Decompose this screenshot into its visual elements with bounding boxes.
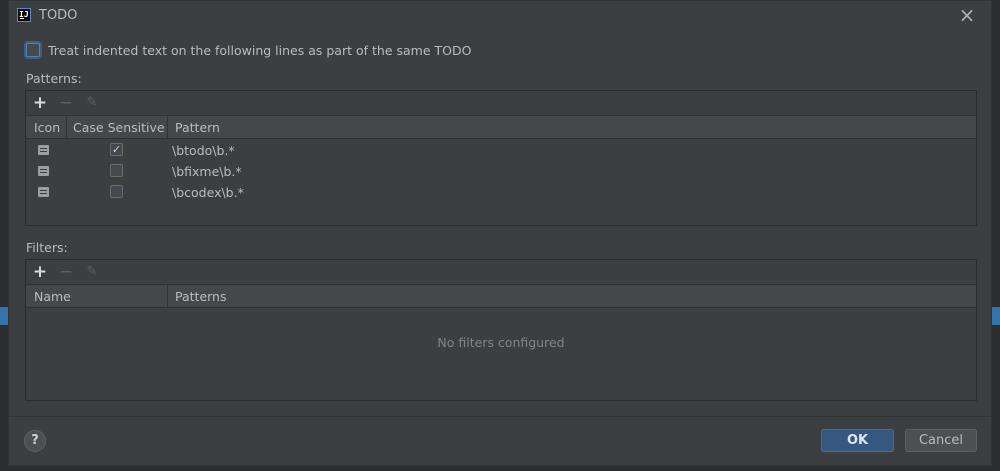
remove-pattern-button[interactable]: −: [56, 93, 76, 113]
filters-table-header: Name Patterns: [26, 284, 976, 308]
column-header-patterns[interactable]: Patterns: [175, 289, 226, 304]
footer-divider: [9, 416, 991, 417]
edit-filter-icon[interactable]: ✎: [82, 262, 102, 282]
column-divider[interactable]: [66, 116, 67, 138]
todo-icon: [38, 166, 49, 176]
column-header-case-sensitive[interactable]: Case Sensitive: [73, 120, 165, 135]
patterns-table-header: Icon Case Sensitive Pattern: [26, 115, 976, 139]
column-divider[interactable]: [167, 285, 168, 307]
case-sensitive-checkbox[interactable]: [110, 164, 123, 177]
edit-pattern-icon[interactable]: ✎: [82, 93, 102, 113]
add-filter-button[interactable]: +: [30, 262, 50, 282]
filters-toolbar: + − ✎: [26, 260, 976, 284]
title-bar: IJ TODO ×: [9, 1, 991, 31]
help-button[interactable]: ?: [24, 430, 46, 452]
filters-table: + − ✎ Name Patterns No filters configure…: [25, 259, 977, 401]
filters-section-label: Filters:: [26, 240, 68, 255]
ide-selection-strip-left: [0, 307, 8, 325]
dialog-title: TODO: [39, 8, 78, 23]
patterns-table: + − ✎ Icon Case Sensitive Pattern ✓ \bto…: [25, 90, 977, 226]
todo-icon: [38, 187, 49, 197]
pattern-text: \bcodex\b.*: [172, 185, 244, 200]
todo-dialog: IJ TODO × Treat indented text on the fol…: [8, 0, 992, 466]
patterns-toolbar: + − ✎: [26, 91, 976, 115]
column-header-icon[interactable]: Icon: [34, 120, 60, 135]
intellij-app-icon: IJ: [17, 8, 31, 22]
empty-state-text: No filters configured: [437, 335, 565, 350]
patterns-section-label: Patterns:: [26, 71, 82, 86]
pattern-row[interactable]: \bfixme\b.*: [26, 161, 976, 182]
column-header-name[interactable]: Name: [34, 289, 71, 304]
column-header-pattern[interactable]: Pattern: [175, 120, 220, 135]
pattern-text: \btodo\b.*: [172, 143, 235, 158]
pattern-row[interactable]: \bcodex\b.*: [26, 182, 976, 203]
column-divider[interactable]: [167, 116, 168, 138]
close-icon[interactable]: ×: [957, 5, 977, 25]
patterns-table-body: ✓ \btodo\b.* \bfixme\b.* \bcodex\b.*: [26, 139, 976, 225]
add-pattern-button[interactable]: +: [30, 93, 50, 113]
pattern-text: \bfixme\b.*: [172, 164, 242, 179]
indented-text-label: Treat indented text on the following lin…: [48, 43, 472, 58]
case-sensitive-checkbox[interactable]: ✓: [110, 143, 123, 156]
cancel-button[interactable]: Cancel: [905, 429, 977, 452]
indented-text-checkbox[interactable]: [26, 43, 40, 57]
ide-selection-strip-right: [992, 307, 1000, 325]
case-sensitive-checkbox[interactable]: [110, 185, 123, 198]
todo-icon: [38, 145, 49, 155]
ok-button[interactable]: OK: [821, 429, 894, 452]
pattern-row[interactable]: ✓ \btodo\b.*: [26, 140, 976, 161]
filters-table-body: No filters configured: [26, 308, 976, 400]
remove-filter-button[interactable]: −: [56, 262, 76, 282]
